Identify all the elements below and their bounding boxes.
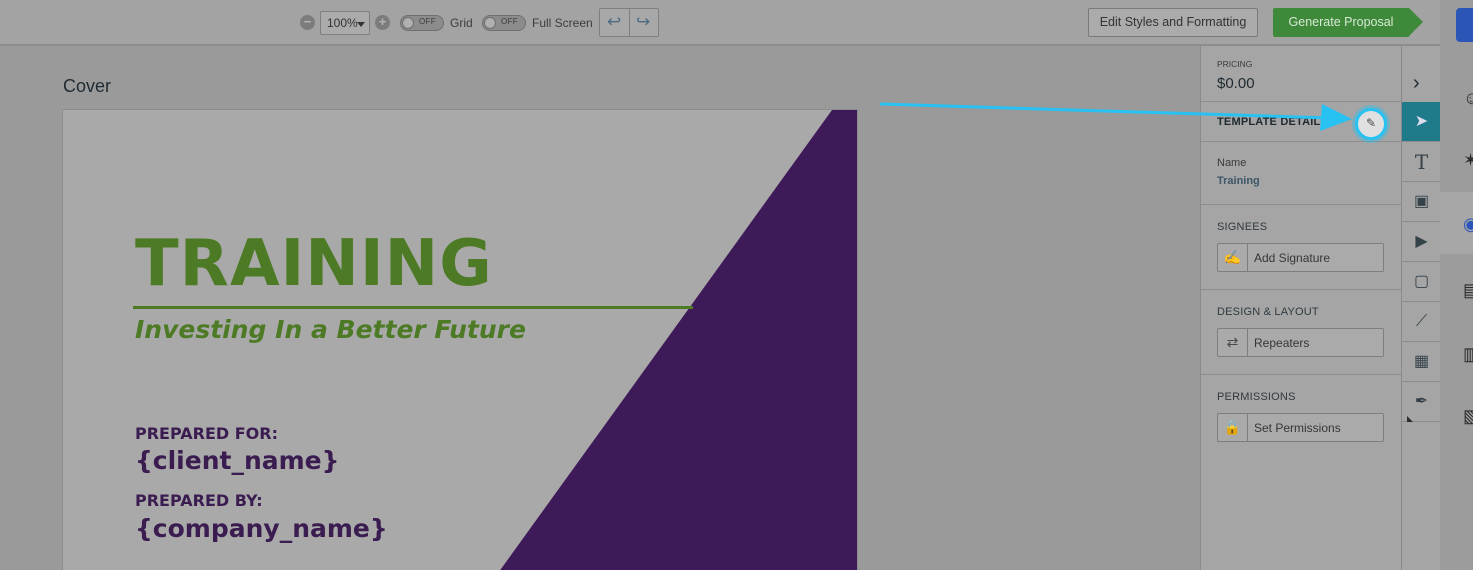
messages-icon[interactable]: ▥ xyxy=(1463,344,1473,365)
generate-proposal-button[interactable]: Generate Proposal xyxy=(1273,8,1423,37)
cover-subtitle[interactable]: Investing In a Better Future xyxy=(135,315,526,344)
grid-label: Grid xyxy=(450,16,473,30)
add-signature-label: Add Signature xyxy=(1254,251,1331,265)
permissions-section: PERMISSIONS 🔒 Set Permissions xyxy=(1201,375,1401,460)
select-icon[interactable]: ➤ xyxy=(1402,102,1441,142)
template-name-section: Name Training xyxy=(1201,142,1401,205)
signature-icon: ✍ xyxy=(1218,244,1248,271)
prepared-for-label[interactable]: PREPARED FOR: xyxy=(135,424,278,443)
name-label: Name xyxy=(1217,157,1247,169)
set-permissions-label: Set Permissions xyxy=(1254,421,1341,435)
signees-section: SIGNEES ✍ Add Signature xyxy=(1201,205,1401,290)
repeaters-label: Repeaters xyxy=(1254,336,1310,350)
top-toolbar: − 100% + OFF Grid OFF Full Screen ↩ ↪ Ed… xyxy=(0,0,1440,46)
zoom-value: 100% xyxy=(327,16,358,30)
signees-title: SIGNEES xyxy=(1217,221,1268,233)
fullscreen-label: Full Screen xyxy=(532,16,593,30)
shape-icon[interactable]: ▢ xyxy=(1402,262,1441,302)
fullscreen-toggle[interactable]: OFF xyxy=(482,15,526,31)
image-icon[interactable]: ▣ xyxy=(1402,182,1441,222)
cover-title[interactable]: TRAINING xyxy=(135,228,493,300)
edit-styles-button[interactable]: Edit Styles and Formatting xyxy=(1088,8,1258,37)
pricing-section[interactable]: PRICING $0.00 xyxy=(1201,46,1401,102)
zoom-in-button[interactable]: + xyxy=(375,15,390,30)
line-icon[interactable]: ⟋ xyxy=(1402,302,1441,342)
permissions-title: PERMISSIONS xyxy=(1217,391,1296,403)
contacts-icon[interactable]: ☺ xyxy=(1463,88,1473,109)
toggle-knob xyxy=(402,17,414,29)
tool-rail: ➤ T ▣ ▶ ▢ ⟋ ▦ ✒ xyxy=(1401,46,1441,570)
cover-divider xyxy=(133,306,693,309)
section-title: Cover xyxy=(63,76,112,96)
add-signature-button[interactable]: ✍ Add Signature xyxy=(1217,243,1384,272)
divider xyxy=(629,9,630,36)
set-permissions-button[interactable]: 🔒 Set Permissions xyxy=(1217,413,1384,442)
proposals-icon[interactable]: ◉ xyxy=(1463,214,1473,235)
pricing-label: PRICING xyxy=(1217,59,1253,69)
repeaters-button[interactable]: ⇄ Repeaters xyxy=(1217,328,1384,357)
zoom-out-button[interactable]: − xyxy=(300,15,315,30)
client-name-placeholder[interactable]: {client_name} xyxy=(135,446,339,475)
zoom-select[interactable]: 100% xyxy=(320,11,370,35)
details-panel: PRICING $0.00 TEMPLATE DETAILS ✎ Name Tr… xyxy=(1200,46,1401,570)
toggle-knob xyxy=(484,17,496,29)
activity-icon[interactable]: ✶ xyxy=(1463,150,1473,171)
grid-toggle-state: OFF xyxy=(419,17,436,26)
app-nav: ☺ ✶ ◉ ▤ ▥ ▧ xyxy=(1440,0,1473,570)
lock-icon: 🔒 xyxy=(1218,414,1248,441)
undo-icon[interactable]: ↩ xyxy=(607,12,621,32)
edit-icon: ✎ xyxy=(1366,116,1377,130)
app-logo[interactable] xyxy=(1456,8,1473,42)
cover-page[interactable]: TRAINING Investing In a Better Future PR… xyxy=(63,110,857,570)
repeat-icon: ⇄ xyxy=(1218,329,1248,356)
chevron-down-icon xyxy=(357,22,365,27)
video-icon[interactable]: ▶ xyxy=(1402,222,1441,262)
template-details-header: TEMPLATE DETAILS ✎ xyxy=(1201,102,1401,142)
fullscreen-toggle-state: OFF xyxy=(501,17,518,26)
chevron-right-icon[interactable]: › xyxy=(1413,72,1420,95)
reports-icon[interactable]: ▧ xyxy=(1463,406,1473,427)
template-details-title: TEMPLATE DETAILS xyxy=(1217,116,1328,128)
corner-indicator xyxy=(1407,416,1413,422)
history-buttons: ↩ ↪ xyxy=(599,8,659,37)
design-layout-section: DESIGN & LAYOUT ⇄ Repeaters xyxy=(1201,290,1401,375)
pricing-value: $0.00 xyxy=(1217,75,1255,92)
name-value: Training xyxy=(1217,175,1260,187)
grid-toggle[interactable]: OFF xyxy=(400,15,444,31)
prepared-by-label[interactable]: PREPARED BY: xyxy=(135,491,263,510)
edit-template-button[interactable]: ✎ xyxy=(1355,108,1387,140)
design-layout-title: DESIGN & LAYOUT xyxy=(1217,306,1319,318)
library-icon[interactable]: ▤ xyxy=(1463,280,1473,301)
company-name-placeholder[interactable]: {company_name} xyxy=(135,514,388,543)
table-icon[interactable]: ▦ xyxy=(1402,342,1441,382)
text-icon[interactable]: T xyxy=(1402,142,1441,182)
redo-icon[interactable]: ↪ xyxy=(636,12,650,32)
